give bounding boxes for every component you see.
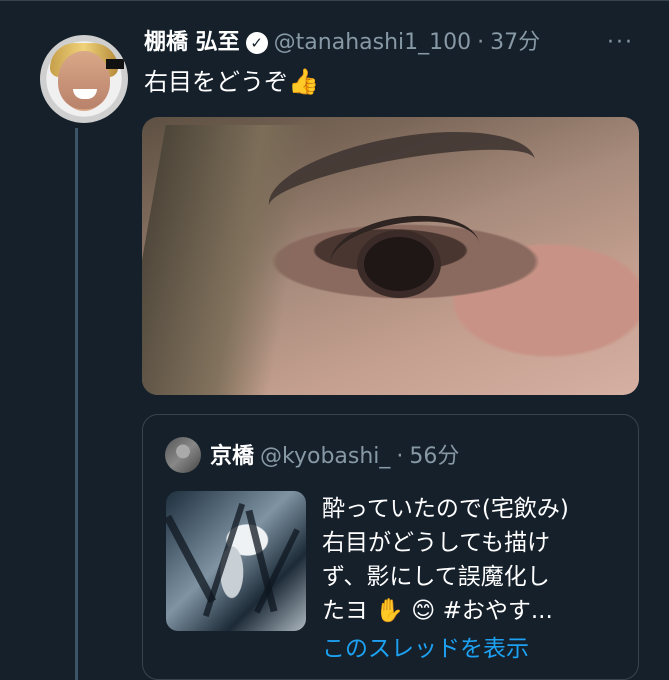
hashtag-link[interactable]: #おやす... [443,598,553,624]
quoted-text-line1: 酔っていたので(宅飲み) [322,496,569,522]
raised-hand-icon: ✋ [375,598,404,624]
quoted-text-line4: たヨ ✋ 😊 #おやす... [322,594,622,628]
quoted-tweet-header: 京橋 @kyobashi_ · 56分 [210,442,459,472]
tweet-header: 棚橋 弘至 ✓ @tanahashi1_100 · 37分 [144,28,540,58]
author-name[interactable]: 棚橋 弘至 [144,28,240,58]
tweet-photo[interactable] [142,117,639,395]
time-separator: · [477,30,485,55]
photo-eye [364,237,434,291]
thread-line [75,128,78,680]
author-handle[interactable]: @tanahashi1_100 [274,28,471,58]
quoted-author-handle[interactable]: @kyobashi_ [260,442,390,472]
quoted-author-avatar[interactable] [165,437,201,473]
quoted-text-line2: 右目がどうしても描け [322,530,551,556]
smile-icon: 😊 [411,598,436,624]
tweet-text: 右目をどうぞ👍 [144,65,319,99]
verified-check-icon: ✓ [245,32,268,54]
top-divider [0,0,669,1]
avatar[interactable] [38,33,130,125]
tweet-body: 右目をどうぞ [144,68,288,96]
show-thread-link[interactable]: このスレッドを表示 [322,632,529,666]
quoted-tweet-text: 酔っていたので(宅飲み) 右目がどうしても描け ず、影にして誤魔化し たヨ ✋ … [322,492,622,628]
avatar-face [58,51,110,109]
sketch-stroke [166,514,217,604]
quoted-text-prefix: たヨ [322,598,368,624]
tweet-time[interactable]: 37分 [490,28,540,58]
sketch-stroke [202,502,246,618]
thumbs-up-icon: 👍 [288,67,320,96]
photo-hair [142,125,316,395]
quoted-time-separator: · [396,444,404,469]
quoted-text-line3: ず、影にして誤魔化し [322,564,550,590]
avatar-background-logo [106,59,124,69]
more-options-icon[interactable]: ··· [607,30,634,55]
quoted-tweet-image[interactable] [166,491,306,631]
quoted-author-name[interactable]: 京橋 [210,442,254,472]
quoted-tweet-time[interactable]: 56分 [409,442,459,472]
